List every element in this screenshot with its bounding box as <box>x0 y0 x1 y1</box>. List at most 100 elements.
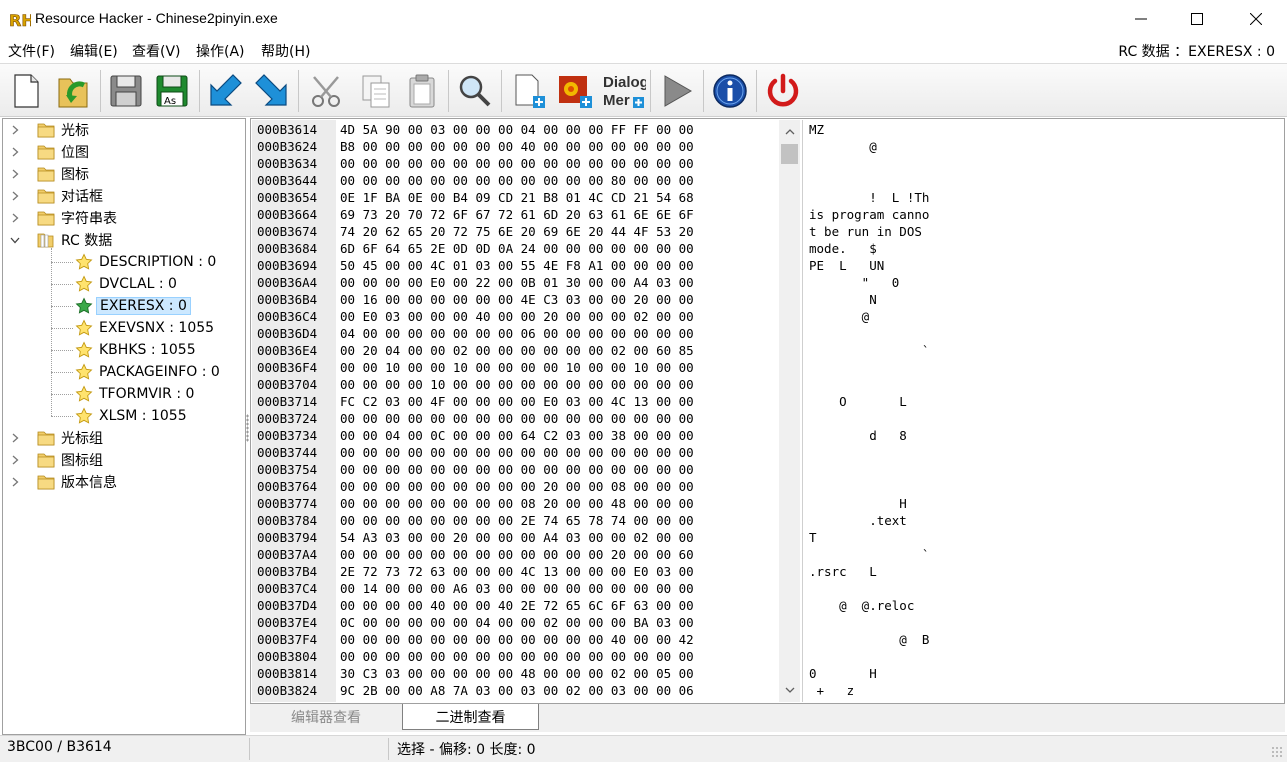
hex-bytes[interactable]: 00 00 00 00 00 00 00 00 00 00 00 00 20 0… <box>340 546 694 563</box>
hex-ascii[interactable]: ! L !Th <box>809 189 929 206</box>
vertical-scrollbar[interactable] <box>779 120 800 702</box>
tree-resource-item[interactable]: EXERESX : 0 <box>75 295 191 317</box>
hex-bytes[interactable]: 00 00 00 00 00 00 00 00 08 20 00 00 48 0… <box>340 495 694 512</box>
tree-resource-item[interactable]: DESCRIPTION : 0 <box>75 251 216 273</box>
tree-folder[interactable]: 图标组 <box>9 449 103 471</box>
hex-ascii[interactable]: @ <box>809 138 877 155</box>
hex-editor[interactable]: 000B3614 4D 5A 90 00 03 00 00 00 04 00 00… <box>250 118 1285 704</box>
resize-grip[interactable] <box>1271 746 1283 758</box>
tree-folder[interactable]: RC 数据 <box>9 229 112 251</box>
hex-ascii[interactable]: " 0 <box>809 274 900 291</box>
tree-resource-item[interactable]: DVCLAL : 0 <box>75 273 177 295</box>
find-button[interactable] <box>453 69 497 113</box>
hex-bytes[interactable]: 2E 72 73 72 63 00 00 00 4C 13 00 00 00 E… <box>340 563 694 580</box>
tree-expander[interactable] <box>9 168 21 180</box>
forward-button[interactable] <box>250 69 294 113</box>
hex-bytes[interactable]: 00 00 00 00 00 00 00 00 00 00 00 00 00 0… <box>340 648 694 665</box>
cut-button[interactable] <box>306 69 350 113</box>
tree-folder[interactable]: 位图 <box>9 141 89 163</box>
hex-ascii[interactable]: ` <box>809 546 930 563</box>
tree-folder[interactable]: 字符串表 <box>9 207 117 229</box>
tree-expander[interactable] <box>9 476 21 488</box>
hex-bytes[interactable]: 0C 00 00 00 00 00 04 00 00 02 00 00 00 B… <box>340 614 694 631</box>
minimize-button[interactable] <box>1112 0 1170 38</box>
hex-bytes[interactable]: 00 00 00 00 10 00 00 00 00 00 00 00 00 0… <box>340 376 694 393</box>
resource-tree[interactable]: 光标 位图 图标 对话框 字符串表 RC 数据 DESCRIPTION : 0 DV… <box>2 118 246 735</box>
hex-bytes[interactable]: 00 00 00 00 40 00 00 40 2E 72 65 6C 6F 6… <box>340 597 694 614</box>
hex-bytes[interactable]: 00 00 00 00 E0 00 22 00 0B 01 30 00 00 A… <box>340 274 694 291</box>
hex-bytes[interactable]: 0E 1F BA 0E 00 B4 09 CD 21 B8 01 4C CD 2… <box>340 189 694 206</box>
hex-bytes[interactable]: B8 00 00 00 00 00 00 00 40 00 00 00 00 0… <box>340 138 694 155</box>
tab-editor-view[interactable]: 编辑器查看 <box>250 704 402 730</box>
copy-button[interactable] <box>354 69 398 113</box>
add-resource-button[interactable] <box>506 69 550 113</box>
tree-expander[interactable] <box>9 146 21 158</box>
hex-ascii[interactable]: @ B <box>809 631 929 648</box>
menu-action[interactable]: 操作(A) <box>196 41 245 61</box>
hex-bytes[interactable]: 54 A3 03 00 00 20 00 00 00 A4 03 00 00 0… <box>340 529 694 546</box>
hex-bytes[interactable]: 00 00 00 00 00 00 00 00 00 00 00 00 00 0… <box>340 155 694 172</box>
hex-ascii[interactable]: t be run in DOS <box>809 223 922 240</box>
add-dialog-menu-button[interactable]: Dialog Mer <box>600 69 646 113</box>
menu-file[interactable]: 文件(F) <box>8 41 55 61</box>
save-as-button[interactable]: As <box>150 69 194 113</box>
hex-ascii[interactable]: is program canno <box>809 206 929 223</box>
hex-ascii[interactable]: d 8 <box>809 427 907 444</box>
back-button[interactable] <box>203 69 247 113</box>
hex-bytes[interactable]: 9C 2B 00 00 A8 7A 03 00 03 00 02 00 03 0… <box>340 682 694 699</box>
open-file-button[interactable] <box>52 69 96 113</box>
hex-ascii[interactable]: @ @.reloc <box>809 597 914 614</box>
hex-bytes[interactable]: 74 20 62 65 20 72 75 6E 20 69 6E 20 44 4… <box>340 223 694 240</box>
add-image-resource-button[interactable] <box>553 69 597 113</box>
scrollbar-thumb[interactable] <box>781 144 798 164</box>
about-button[interactable] <box>708 69 752 113</box>
save-button[interactable] <box>104 69 148 113</box>
tree-expander[interactable] <box>9 124 21 136</box>
hex-bytes[interactable]: 00 00 04 00 0C 00 00 00 64 C2 03 00 38 0… <box>340 427 694 444</box>
panel-splitter[interactable] <box>246 414 249 442</box>
hex-bytes[interactable]: 00 14 00 00 00 A6 03 00 00 00 00 00 00 0… <box>340 580 694 597</box>
hex-ascii[interactable]: N <box>809 291 877 308</box>
scroll-down-button[interactable] <box>779 681 800 698</box>
hex-bytes[interactable]: 50 45 00 00 4C 01 03 00 55 4E F8 A1 00 0… <box>340 257 694 274</box>
hex-ascii[interactable]: @ <box>809 308 870 325</box>
hex-bytes[interactable]: 00 00 00 00 00 00 00 00 2E 74 65 78 74 0… <box>340 512 694 529</box>
hex-bytes[interactable]: 00 00 10 00 00 10 00 00 00 00 10 00 00 1… <box>340 359 694 376</box>
tree-resource-item[interactable]: KBHKS : 1055 <box>75 339 196 361</box>
hex-ascii[interactable]: MZ <box>809 121 824 138</box>
tab-binary-view[interactable]: 二进制查看 <box>402 704 539 730</box>
tree-resource-item[interactable]: PACKAGEINFO : 0 <box>75 361 220 383</box>
hex-bytes[interactable]: 00 E0 03 00 00 00 40 00 00 20 00 00 00 0… <box>340 308 694 325</box>
tree-expander[interactable] <box>9 432 21 444</box>
tree-expander[interactable] <box>9 234 21 246</box>
hex-ascii[interactable]: mode. $ <box>809 240 877 257</box>
hex-bytes[interactable]: 4D 5A 90 00 03 00 00 00 04 00 00 00 FF F… <box>340 121 694 138</box>
hex-bytes[interactable]: 6D 6F 64 65 2E 0D 0D 0A 24 00 00 00 00 0… <box>340 240 694 257</box>
tree-expander[interactable] <box>9 454 21 466</box>
hex-ascii[interactable]: T <box>809 529 817 546</box>
tree-resource-item[interactable]: XLSM : 1055 <box>75 405 187 427</box>
scroll-up-button[interactable] <box>779 123 800 140</box>
hex-bytes[interactable]: 00 00 00 00 00 00 00 00 00 00 00 00 00 0… <box>340 444 694 461</box>
new-file-button[interactable] <box>4 69 48 113</box>
hex-ascii[interactable]: .text <box>809 512 907 529</box>
hex-ascii[interactable]: PE L UN <box>809 257 884 274</box>
compile-run-button[interactable] <box>655 69 699 113</box>
hex-bytes[interactable]: 00 16 00 00 00 00 00 00 4E C3 03 00 00 2… <box>340 291 694 308</box>
hex-bytes[interactable]: 69 73 20 70 72 6F 67 72 61 6D 20 63 61 6… <box>340 206 694 223</box>
tree-folder[interactable]: 光标 <box>9 119 89 141</box>
hex-bytes[interactable]: 00 00 00 00 00 00 00 00 00 00 00 00 80 0… <box>340 172 694 189</box>
tree-expander[interactable] <box>9 190 21 202</box>
hex-bytes[interactable]: 04 00 00 00 00 00 00 00 06 00 00 00 00 0… <box>340 325 694 342</box>
hex-bytes[interactable]: 00 20 04 00 00 02 00 00 00 00 00 00 02 0… <box>340 342 694 359</box>
hex-bytes[interactable]: 30 C3 03 00 00 00 00 00 48 00 00 00 02 0… <box>340 665 694 682</box>
hex-bytes[interactable]: FC C2 03 00 4F 00 00 00 00 E0 03 00 4C 1… <box>340 393 694 410</box>
hex-bytes[interactable]: 00 00 00 00 00 00 00 00 00 00 00 00 00 0… <box>340 410 694 427</box>
tree-folder[interactable]: 图标 <box>9 163 89 185</box>
hex-ascii[interactable]: H <box>809 495 907 512</box>
maximize-button[interactable] <box>1168 0 1226 38</box>
hex-ascii[interactable]: .rsrc L <box>809 563 877 580</box>
hex-ascii[interactable]: O L <box>809 393 907 410</box>
hex-bytes[interactable]: 00 00 00 00 00 00 00 00 00 00 00 00 00 0… <box>340 461 694 478</box>
hex-ascii[interactable]: ` <box>809 342 930 359</box>
